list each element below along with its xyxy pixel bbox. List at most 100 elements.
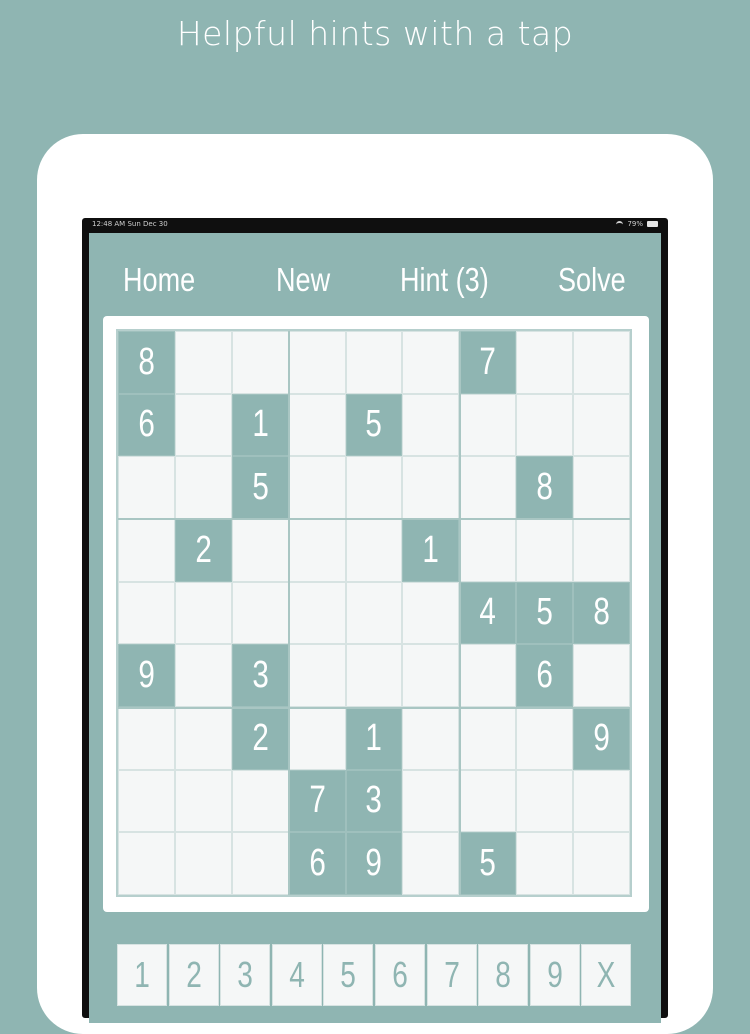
sudoku-cell[interactable] <box>573 769 630 833</box>
sudoku-cell[interactable] <box>174 456 232 519</box>
sudoku-cell[interactable] <box>459 644 517 707</box>
sudoku-cell[interactable] <box>402 393 460 457</box>
sudoku-cell[interactable]: 2 <box>174 519 232 582</box>
keypad-key[interactable]: 6 <box>375 944 425 1006</box>
sudoku-cell[interactable] <box>118 832 175 895</box>
sudoku-cell[interactable] <box>231 331 289 394</box>
sudoku-cell[interactable] <box>288 393 346 457</box>
sudoku-cell[interactable]: 6 <box>288 832 346 895</box>
sudoku-cell[interactable]: 7 <box>288 769 346 833</box>
sudoku-cell[interactable]: 1 <box>231 393 289 457</box>
sudoku-cell[interactable] <box>231 581 289 645</box>
hint-button[interactable]: Hint (3) <box>400 255 489 305</box>
keypad-key[interactable]: 4 <box>271 944 322 1006</box>
sudoku-cell[interactable] <box>516 331 574 394</box>
sudoku-cell[interactable]: 3 <box>345 769 403 833</box>
keypad-key[interactable]: 2 <box>168 944 219 1006</box>
new-game-button[interactable]: New <box>276 255 330 305</box>
keypad-key-label: 5 <box>340 954 357 995</box>
sudoku-cell[interactable] <box>573 393 630 457</box>
sudoku-cell[interactable] <box>174 644 232 707</box>
keypad-key[interactable]: 9 <box>529 944 580 1006</box>
sudoku-cell[interactable]: 4 <box>459 581 517 645</box>
sudoku-cell[interactable] <box>345 456 403 519</box>
sudoku-cell[interactable]: 6 <box>516 644 574 707</box>
sudoku-cell[interactable] <box>174 769 232 833</box>
sudoku-cell[interactable]: 1 <box>402 519 460 582</box>
cell-value: 1 <box>422 528 440 571</box>
sudoku-cell[interactable] <box>118 519 175 582</box>
sudoku-cell[interactable] <box>174 331 232 394</box>
sudoku-cell[interactable]: 5 <box>345 393 403 457</box>
sudoku-cell[interactable]: 8 <box>118 331 175 394</box>
sudoku-cell[interactable] <box>231 519 289 582</box>
sudoku-cell[interactable]: 3 <box>231 644 289 707</box>
sudoku-cell[interactable]: 9 <box>573 707 630 770</box>
sudoku-cell[interactable] <box>231 769 289 833</box>
sudoku-cell[interactable] <box>516 707 574 770</box>
sudoku-cell[interactable]: 9 <box>345 832 403 895</box>
sudoku-cell[interactable] <box>288 581 346 645</box>
sudoku-cell[interactable] <box>573 519 630 582</box>
sudoku-cell[interactable] <box>345 331 403 394</box>
sudoku-cell[interactable] <box>345 644 403 707</box>
sudoku-cell[interactable] <box>516 519 574 582</box>
sudoku-cell[interactable] <box>174 393 232 457</box>
sudoku-cell[interactable]: 7 <box>459 331 517 394</box>
sudoku-cell[interactable] <box>288 707 346 770</box>
sudoku-cell[interactable] <box>288 519 346 582</box>
solve-button[interactable]: Solve <box>558 255 626 305</box>
home-button[interactable]: Home <box>123 255 195 305</box>
sudoku-cell[interactable]: 6 <box>118 393 175 457</box>
sudoku-cell[interactable] <box>459 456 517 519</box>
sudoku-cell[interactable] <box>402 581 460 645</box>
sudoku-cell[interactable] <box>174 832 232 895</box>
sudoku-cell[interactable] <box>288 331 346 394</box>
keypad-key-label: 7 <box>443 954 460 995</box>
sudoku-cell[interactable]: 8 <box>516 456 574 519</box>
sudoku-cell[interactable] <box>459 519 517 582</box>
sudoku-cell[interactable] <box>459 769 517 833</box>
sudoku-cell[interactable] <box>573 456 630 519</box>
sudoku-cell[interactable] <box>402 769 460 833</box>
sudoku-cell[interactable]: 5 <box>231 456 289 519</box>
sudoku-cell[interactable] <box>118 581 175 645</box>
sudoku-cell[interactable] <box>288 456 346 519</box>
sudoku-cell[interactable] <box>118 769 175 833</box>
sudoku-cell[interactable] <box>459 393 517 457</box>
sudoku-cell[interactable] <box>402 707 460 770</box>
sudoku-cell[interactable] <box>573 644 630 707</box>
sudoku-cell[interactable] <box>345 519 403 582</box>
battery-percent: 79% <box>627 220 643 228</box>
sudoku-cell[interactable] <box>402 644 460 707</box>
sudoku-cell[interactable] <box>118 707 175 770</box>
sudoku-cell[interactable]: 5 <box>516 581 574 645</box>
sudoku-cell[interactable] <box>118 456 175 519</box>
keypad-key[interactable]: 1 <box>117 944 167 1006</box>
keypad-key[interactable]: 7 <box>426 944 477 1006</box>
keypad-key[interactable]: 8 <box>478 944 529 1006</box>
sudoku-cell[interactable] <box>516 393 574 457</box>
sudoku-cell[interactable] <box>174 581 232 645</box>
sudoku-cell[interactable]: 8 <box>573 581 630 645</box>
sudoku-cell[interactable] <box>573 331 630 394</box>
sudoku-cell[interactable] <box>231 832 289 895</box>
sudoku-cell[interactable] <box>459 707 517 770</box>
sudoku-cell[interactable] <box>288 644 346 707</box>
cell-value: 6 <box>308 842 326 885</box>
sudoku-cell[interactable] <box>516 832 574 895</box>
sudoku-cell[interactable] <box>573 832 630 895</box>
keypad-key[interactable]: 5 <box>323 944 374 1006</box>
sudoku-cell[interactable] <box>402 331 460 394</box>
sudoku-cell[interactable] <box>402 456 460 519</box>
sudoku-cell[interactable] <box>345 581 403 645</box>
sudoku-cell[interactable]: 5 <box>459 832 517 895</box>
sudoku-cell[interactable] <box>174 707 232 770</box>
keypad-clear-button[interactable]: X <box>581 944 632 1006</box>
sudoku-cell[interactable]: 2 <box>231 707 289 770</box>
sudoku-cell[interactable] <box>402 832 460 895</box>
sudoku-cell[interactable] <box>516 769 574 833</box>
sudoku-cell[interactable]: 1 <box>345 707 403 770</box>
keypad-key[interactable]: 3 <box>220 944 271 1006</box>
sudoku-cell[interactable]: 9 <box>118 644 175 707</box>
